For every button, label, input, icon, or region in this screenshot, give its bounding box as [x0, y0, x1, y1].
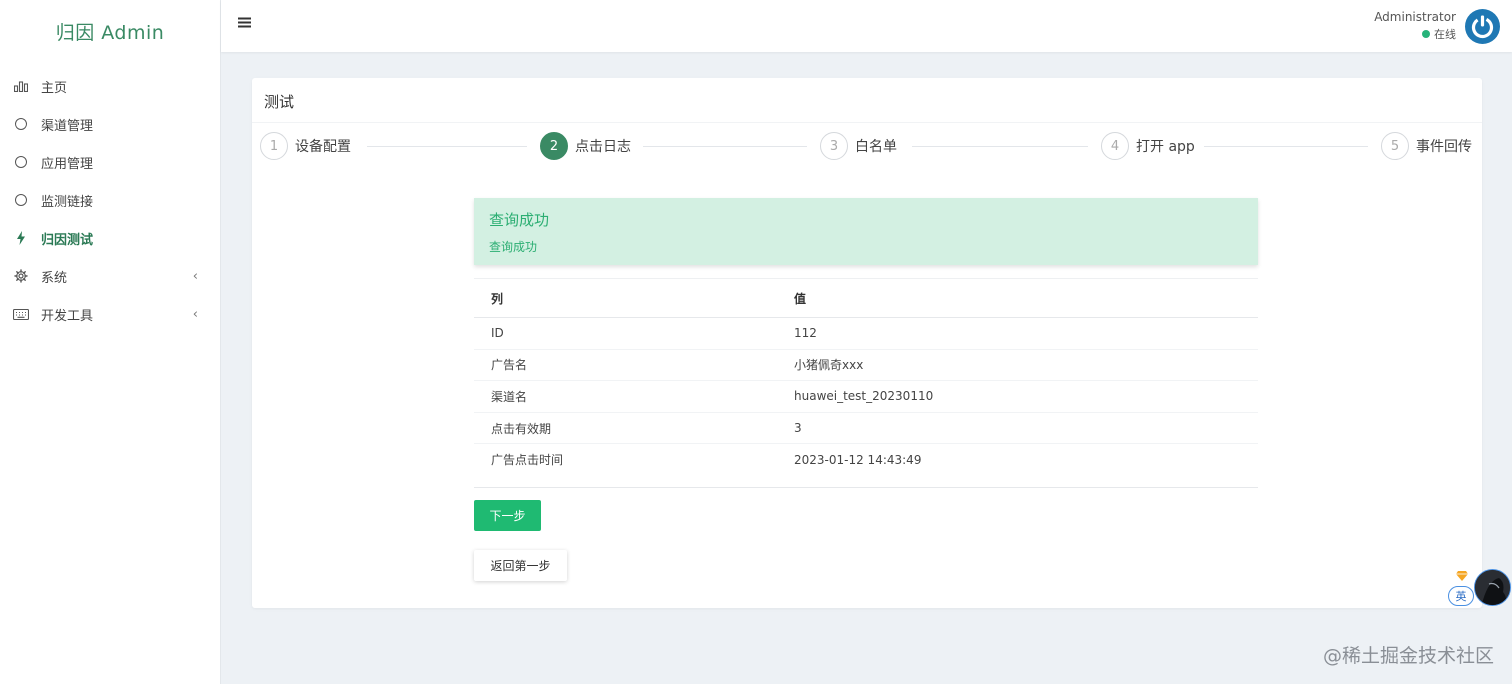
ime-language-badge[interactable]: 英	[1448, 586, 1474, 606]
click-log-table: 列 值 ID 112 广告名 小猪佩奇xxx 渠道名 huawei_test_2…	[474, 278, 1258, 475]
step-number: 3	[820, 132, 848, 160]
step-label: 点击日志	[575, 139, 631, 155]
step-connector	[367, 146, 527, 147]
sidebar-item-apps[interactable]: 应用管理	[0, 143, 220, 181]
column-header: 值	[794, 291, 807, 306]
chevron-left-icon: ‹	[192, 269, 198, 284]
next-step-button[interactable]: 下一步	[474, 500, 541, 531]
step-label: 设备配置	[295, 139, 351, 155]
table-cell: 小猪佩奇xxx	[794, 358, 864, 373]
user-name: Administrator	[1374, 10, 1456, 24]
table-cell: 渠道名	[491, 389, 528, 404]
table-row: 点击有效期 3	[474, 412, 1258, 444]
step-label: 白名单	[855, 139, 897, 155]
success-alert: 查询成功 查询成功	[474, 198, 1258, 265]
table-cell: 3	[794, 421, 802, 436]
sidebar: 归因 Admin 主页 渠道管理 应用管理 监测链接 归因测试 系统 ‹ 开发工…	[0, 0, 221, 684]
table-cell: ID	[491, 326, 504, 341]
avatar[interactable]	[1465, 9, 1500, 44]
step-3[interactable]: 3 白名单	[820, 132, 897, 160]
brand-logo[interactable]: 归因 Admin	[0, 0, 220, 62]
card-title: 测试	[252, 78, 1482, 123]
table-cell: 2023-01-12 14:43:49	[794, 452, 922, 467]
ime-avatar[interactable]	[1474, 569, 1511, 606]
step-label: 事件回传	[1416, 139, 1472, 155]
step-4[interactable]: 4 打开 app	[1101, 132, 1195, 160]
ime-widget[interactable]: 英	[1448, 568, 1512, 608]
gem-icon	[1456, 570, 1468, 585]
stepper: 1 设备配置 2 点击日志 3 白名单 4 打开 app 5 事件回传	[260, 132, 1482, 162]
sidebar-item-label: 渠道管理	[41, 118, 94, 134]
table-cell: 广告点击时间	[491, 453, 564, 468]
sidebar-item-label: 主页	[41, 80, 68, 96]
test-card: 测试 1 设备配置 2 点击日志 3 白名单 4 打开 app 5 事件回传 查…	[252, 78, 1482, 608]
step-2[interactable]: 2 点击日志	[540, 132, 631, 160]
user-status-text: 在线	[1434, 28, 1456, 41]
watermark: @稀土掘金技术社区	[1322, 645, 1494, 667]
circle-icon	[13, 116, 29, 132]
table-row: 渠道名 huawei_test_20230110	[474, 381, 1258, 413]
table-cell: 点击有效期	[491, 421, 552, 436]
circle-icon	[13, 192, 29, 208]
table-row: 广告名 小猪佩奇xxx	[474, 349, 1258, 381]
sidebar-item-channels[interactable]: 渠道管理	[0, 105, 220, 143]
alert-message: 查询成功	[489, 240, 538, 254]
top-header: Administrator 在线	[221, 0, 1512, 52]
sidebar-item-label: 系统	[41, 270, 68, 286]
table-header-row: 列 值	[474, 278, 1258, 318]
sidebar-item-label: 开发工具	[41, 308, 94, 324]
sidebar-item-home[interactable]: 主页	[0, 67, 220, 105]
step-connector	[912, 146, 1088, 147]
step-connector	[643, 146, 807, 147]
gear-icon	[13, 268, 29, 284]
circle-icon	[13, 154, 29, 170]
chevron-left-icon: ‹	[192, 307, 198, 322]
step-number: 2	[540, 132, 568, 160]
alert-title: 查询成功	[489, 211, 550, 229]
step-number: 4	[1101, 132, 1129, 160]
table-row: 广告点击时间 2023-01-12 14:43:49	[474, 444, 1258, 476]
sidebar-item-attribution-test[interactable]: 归因测试	[0, 219, 220, 257]
keyboard-icon	[13, 306, 29, 322]
table-cell: huawei_test_20230110	[794, 389, 934, 404]
table-cell: 112	[794, 326, 817, 341]
step-label: 打开 app	[1136, 139, 1195, 155]
bar-chart-icon	[13, 78, 29, 94]
table-row: ID 112	[474, 318, 1258, 350]
bolt-icon	[13, 230, 29, 246]
column-header: 列	[491, 291, 504, 306]
sidebar-item-label: 监测链接	[41, 194, 94, 210]
user-status: 在线	[1374, 26, 1456, 42]
sidebar-item-system[interactable]: 系统 ‹	[0, 257, 220, 295]
step-number: 1	[260, 132, 288, 160]
step-connector	[1204, 146, 1368, 147]
sidebar-item-devtools[interactable]: 开发工具 ‹	[0, 295, 220, 333]
sidebar-item-links[interactable]: 监测链接	[0, 181, 220, 219]
step-1[interactable]: 1 设备配置	[260, 132, 351, 160]
user-info[interactable]: Administrator 在线	[1374, 10, 1456, 42]
table-cell: 广告名	[491, 358, 528, 373]
step-number: 5	[1381, 132, 1409, 160]
online-dot-icon	[1422, 30, 1430, 38]
table-divider	[474, 487, 1258, 488]
sidebar-nav: 主页 渠道管理 应用管理 监测链接 归因测试 系统 ‹ 开发工具 ‹	[0, 67, 220, 333]
back-to-first-step-button[interactable]: 返回第一步	[474, 550, 567, 581]
sidebar-item-label: 应用管理	[41, 156, 94, 172]
menu-toggle-icon[interactable]	[238, 17, 251, 32]
sidebar-item-label: 归因测试	[41, 232, 94, 248]
step-5[interactable]: 5 事件回传	[1381, 132, 1472, 160]
